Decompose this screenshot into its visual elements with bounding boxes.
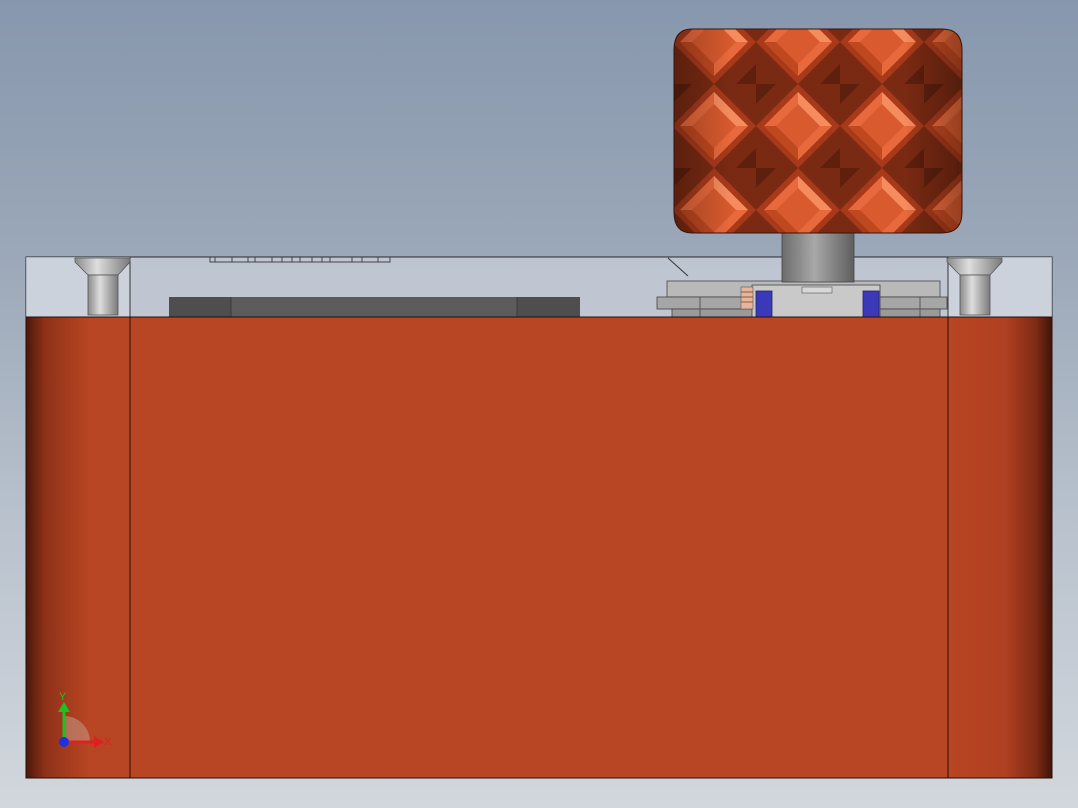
z-axis-dot [59,737,69,747]
base-block[interactable] [25,316,1053,779]
switch-pin-left [755,290,773,318]
cad-graphics-viewport[interactable]: Y X [0,0,1078,808]
pcb-insert[interactable] [169,297,580,317]
y-axis-label: Y [59,691,67,703]
x-axis-label: X [104,736,112,748]
model-view[interactable]: Y X [0,0,1078,808]
faceted-knob[interactable] [673,28,963,234]
knob-shaft[interactable] [781,231,855,283]
switch-pin-right [862,290,880,318]
